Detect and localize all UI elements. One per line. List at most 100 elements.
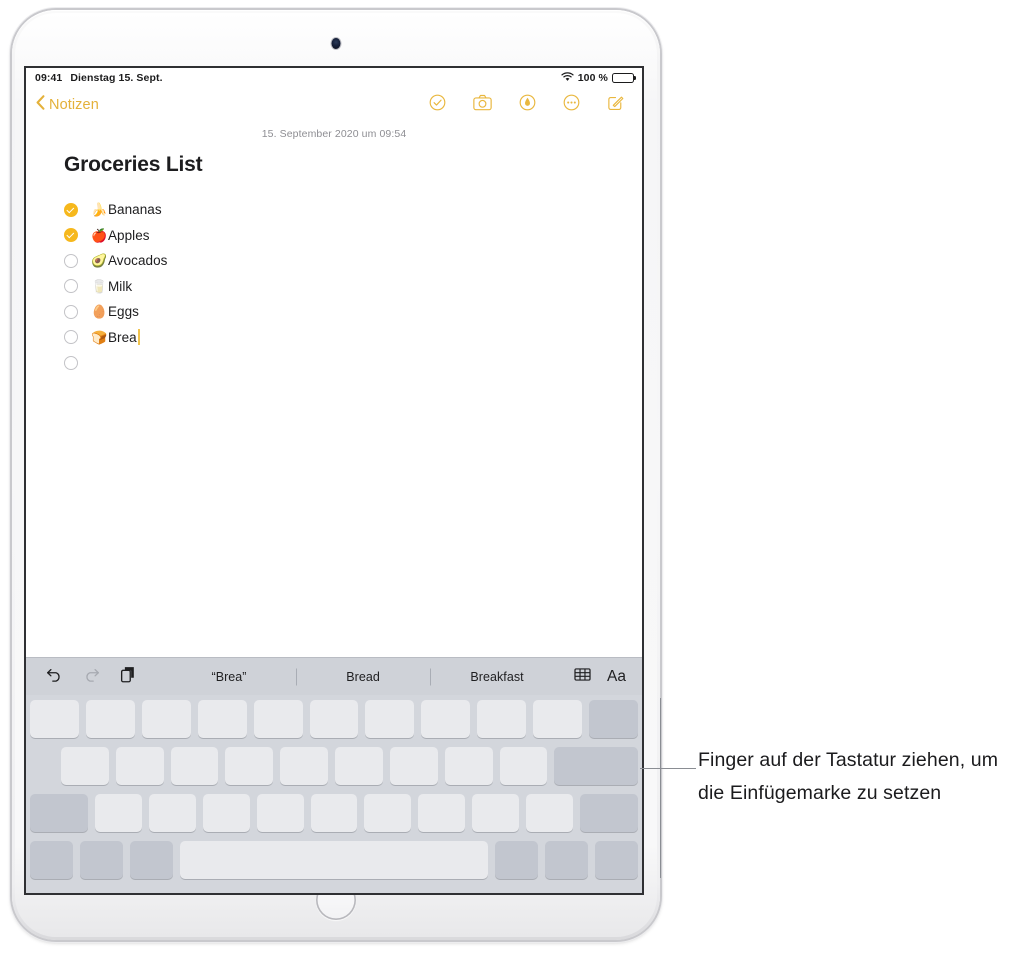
- checklist-circle-icon[interactable]: [429, 94, 446, 116]
- bread-emoji: 🍞: [91, 329, 108, 345]
- checkbox-unchecked[interactable]: [64, 279, 78, 294]
- keyboard-key[interactable]: [115, 747, 164, 785]
- more-ellipsis-circle-icon[interactable]: [563, 94, 580, 116]
- keyboard-key[interactable]: [60, 747, 109, 785]
- undo-arrow-icon[interactable]: [46, 667, 63, 687]
- note-title[interactable]: Groceries List: [64, 153, 642, 177]
- keyboard-key-numbers-right[interactable]: [495, 841, 539, 879]
- status-time: 09:41: [35, 72, 63, 84]
- prediction-2[interactable]: Breakfast: [430, 670, 564, 684]
- format-text-button[interactable]: Aa: [607, 669, 626, 685]
- keyboard-key-numbers[interactable]: [30, 841, 73, 879]
- shortcut-bar-right-actions: Aa: [574, 667, 626, 687]
- redo-arrow-icon[interactable]: [83, 667, 100, 687]
- markup-pen-circle-icon[interactable]: [519, 94, 536, 116]
- onscreen-keyboard[interactable]: [26, 695, 642, 893]
- shortcut-bar-left-actions: [46, 666, 136, 688]
- compose-icon[interactable]: [607, 94, 624, 116]
- keyboard-key[interactable]: [85, 700, 135, 738]
- keyboard-key[interactable]: [335, 747, 383, 785]
- keyboard-key[interactable]: [471, 794, 519, 832]
- prediction-1[interactable]: Bread: [296, 670, 430, 684]
- keyboard-key[interactable]: [95, 794, 143, 832]
- keyboard-key[interactable]: [256, 794, 304, 832]
- paste-clipboard-icon[interactable]: [120, 666, 136, 688]
- keyboard-key[interactable]: [149, 794, 197, 832]
- table-grid-icon[interactable]: [574, 667, 591, 687]
- egg-emoji: 🥚: [91, 304, 108, 320]
- keyboard-key-hide-keyboard[interactable]: [595, 841, 638, 879]
- keyboard-key-delete[interactable]: [589, 700, 638, 738]
- list-item-empty[interactable]: [64, 350, 642, 376]
- note-content-area[interactable]: 15. September 2020 um 09:54 Groceries Li…: [26, 122, 642, 657]
- list-item[interactable]: 🥛 Milk: [64, 274, 642, 300]
- keyboard-key[interactable]: [309, 700, 359, 738]
- checkbox-checked[interactable]: [64, 202, 78, 217]
- keyboard-key[interactable]: [389, 747, 438, 785]
- battery-icon: [612, 72, 634, 84]
- avocado-emoji: 🥑: [91, 253, 108, 269]
- list-item[interactable]: 🥑 Avocados: [64, 248, 642, 274]
- list-item[interactable]: 🥚 Eggs: [64, 299, 642, 325]
- keyboard-row-3: [30, 794, 638, 832]
- callout-bracket-line: [660, 698, 661, 878]
- checkbox-checked[interactable]: [64, 228, 78, 243]
- list-item[interactable]: 🍌 Bananas: [64, 197, 642, 223]
- keyboard-key[interactable]: [364, 794, 412, 832]
- keyboard-row-4: [30, 841, 638, 879]
- keyboard-key[interactable]: [421, 700, 471, 738]
- keyboard-key[interactable]: [280, 747, 329, 785]
- ipad-screen: 09:41 Dienstag 15. Sept. 100 % Notizen 1…: [26, 68, 642, 893]
- wifi-icon: [561, 71, 574, 85]
- list-item-label: Apples: [108, 227, 150, 243]
- keyboard-key-emoji[interactable]: [79, 841, 123, 879]
- status-date: Dienstag 15. Sept.: [70, 72, 163, 84]
- prediction-0[interactable]: “Brea”: [162, 670, 296, 684]
- keyboard-key-hide-left[interactable]: [545, 841, 589, 879]
- callout-text: Finger auf der Tastatur ziehen, um die E…: [698, 749, 999, 804]
- keyboard-key-space[interactable]: [179, 841, 489, 879]
- list-item-active[interactable]: 🍞 Brea: [64, 325, 642, 351]
- keyboard-key[interactable]: [30, 700, 79, 738]
- checkbox-unchecked[interactable]: [64, 304, 78, 319]
- front-camera-icon: [331, 38, 341, 49]
- keyboard-row-offset: [30, 747, 54, 785]
- camera-icon[interactable]: [473, 94, 492, 116]
- keyboard-key[interactable]: [253, 700, 303, 738]
- keyboard-key-shift-right[interactable]: [579, 794, 638, 832]
- keyboard-key[interactable]: [170, 747, 219, 785]
- keyboard-row-2: [30, 747, 639, 785]
- back-to-notes-button[interactable]: Notizen: [36, 95, 99, 115]
- keyboard-key[interactable]: [533, 700, 583, 738]
- keyboard-key-microphone[interactable]: [129, 841, 173, 879]
- keyboard-key[interactable]: [225, 747, 274, 785]
- keyboard-key[interactable]: [365, 700, 415, 738]
- checklist: 🍌 Bananas 🍎 Apples 🥑 Avocados 🥛 Milk 🥚 E…: [64, 197, 642, 376]
- keyboard-key[interactable]: [310, 794, 358, 832]
- keyboard-key[interactable]: [477, 700, 527, 738]
- chevron-left-icon: [36, 95, 45, 115]
- back-button-label: Notizen: [49, 97, 99, 113]
- checkbox-unchecked[interactable]: [64, 330, 78, 345]
- keyboard-key[interactable]: [418, 794, 465, 832]
- keyboard-key[interactable]: [525, 794, 573, 832]
- nav-bar-actions: [429, 94, 628, 116]
- keyboard-key[interactable]: [197, 700, 247, 738]
- keyboard-key[interactable]: [203, 794, 250, 832]
- apple-emoji: 🍎: [91, 227, 108, 243]
- banana-emoji: 🍌: [91, 202, 108, 218]
- list-item-label: Milk: [108, 278, 133, 294]
- keyboard-key-return[interactable]: [554, 747, 639, 785]
- keyboard-key-shift-left[interactable]: [30, 794, 89, 832]
- checkbox-unchecked[interactable]: [64, 253, 78, 268]
- keyboard-key[interactable]: [444, 747, 493, 785]
- checkbox-unchecked[interactable]: [64, 355, 78, 370]
- list-item[interactable]: 🍎 Apples: [64, 223, 642, 249]
- text-insertion-caret: [137, 329, 140, 346]
- keyboard-key[interactable]: [141, 700, 191, 738]
- keyboard-key[interactable]: [499, 747, 548, 785]
- keyboard-shortcut-bar: “Brea” Bread Breakfast Aa: [26, 657, 642, 695]
- status-bar: 09:41 Dienstag 15. Sept. 100 %: [26, 68, 642, 88]
- battery-percent-label: 100 %: [577, 72, 608, 84]
- ipad-device-frame: 09:41 Dienstag 15. Sept. 100 % Notizen 1…: [12, 10, 660, 940]
